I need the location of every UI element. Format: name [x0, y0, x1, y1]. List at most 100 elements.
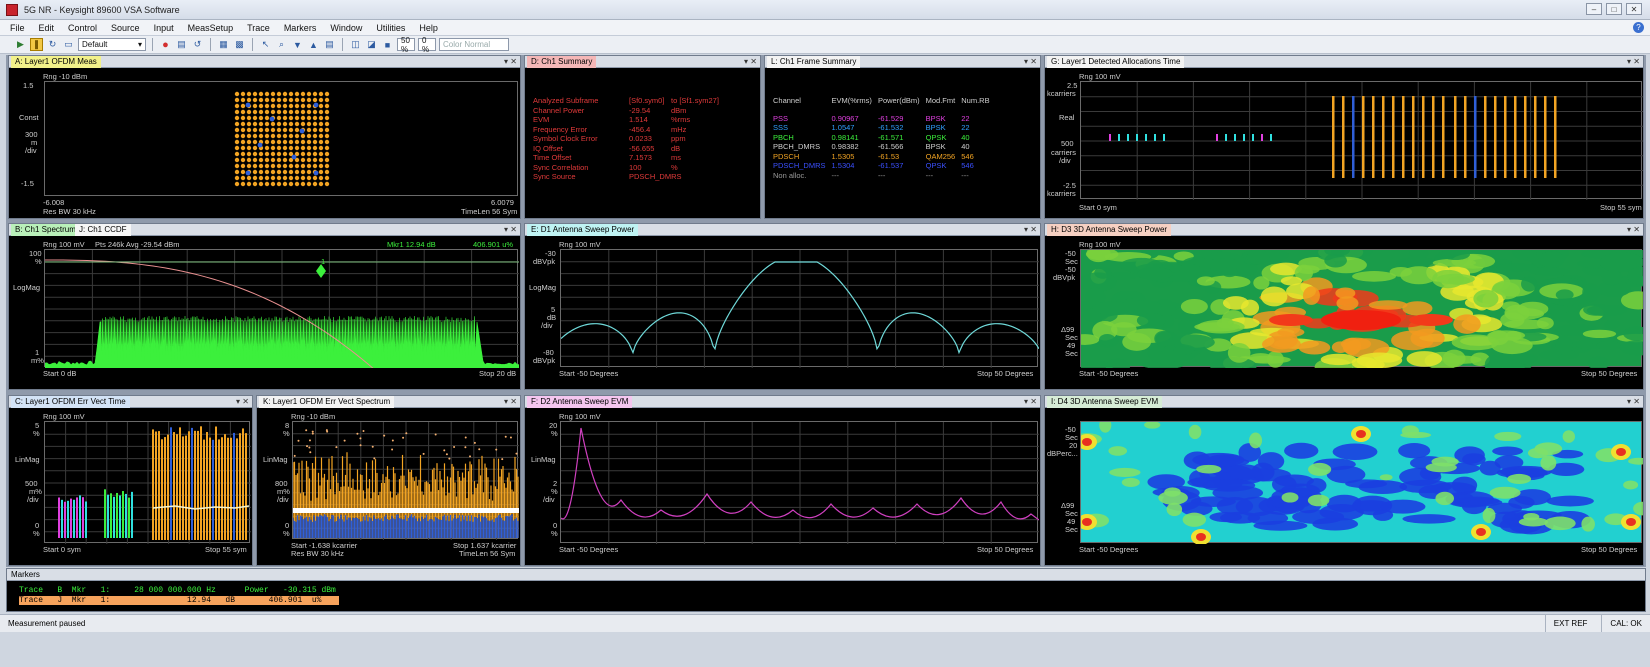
tab-e-antenna-sweep-power[interactable]: E: D1 Antenna Sweep Power	[527, 224, 639, 236]
restore-icon[interactable]: □	[1606, 3, 1622, 15]
heatmap-cell	[1496, 263, 1538, 272]
constellation-point	[294, 103, 300, 109]
tab-i-3d-evm[interactable]: I: D4 3D Antenna Sweep EVM	[1047, 396, 1163, 408]
tab-a-ofdm-meas[interactable]: A: Layer1 OFDM Meas	[11, 56, 101, 68]
menu-trace[interactable]: Trace	[247, 23, 270, 33]
marker-row-trace-j[interactable]: Trace J Mkr 1: 12.94 dB 406.901 u%	[19, 596, 339, 605]
constellation-point	[264, 181, 270, 187]
layout-select[interactable]: Default ▾	[78, 38, 146, 51]
menu-input[interactable]: Input	[154, 23, 174, 33]
tab-j-ch1-ccdf[interactable]: J: Ch1 CCDF	[75, 224, 131, 236]
zoom-icon[interactable]: ⌕	[275, 38, 288, 51]
panel-controls[interactable]: ▾ ✕	[1024, 224, 1037, 236]
constellation-point	[234, 133, 240, 139]
summary-label: Frequency Error	[533, 124, 588, 134]
heatmap-cell	[1109, 467, 1141, 477]
panel-l-frame-summary: L: Ch1 Frame Summary ▾ ✕ Channel EVM(%rm…	[764, 55, 1041, 219]
allocation-bar	[1514, 96, 1517, 178]
tab-d-ch1-summary[interactable]: D: Ch1 Summary	[527, 56, 597, 68]
allocation-mark	[1252, 134, 1254, 141]
constellation-point	[240, 139, 246, 145]
summary-unit: ms	[671, 153, 681, 162]
col-channel: Channel	[773, 96, 801, 105]
tab-f-antenna-sweep-evm[interactable]: F: D2 Antenna Sweep EVM	[527, 396, 633, 408]
menu-window[interactable]: Window	[330, 23, 362, 33]
marker-row-trace-b[interactable]: Trace B Mkr 1: 28 000 000.000 Hz Power -…	[19, 586, 336, 595]
playback-icon[interactable]: ▤	[175, 38, 188, 51]
pause-icon[interactable]: ❚	[30, 38, 43, 51]
percent-field-1[interactable]: 50 %	[397, 36, 415, 54]
cell-power: -61.532	[877, 123, 904, 132]
menu-control[interactable]: Control	[68, 23, 97, 33]
heatmap-cell	[1473, 289, 1499, 308]
allocation-bar	[1432, 96, 1435, 178]
heatmap-cell	[1633, 501, 1643, 516]
y-ref-unit: dBPerc...	[1047, 449, 1078, 458]
display-icon[interactable]: ■	[381, 38, 394, 51]
trace-icon[interactable]: ◫	[349, 38, 362, 51]
help-icon[interactable]: ?	[1633, 22, 1644, 33]
tab-h-3d-power[interactable]: H: D3 3D Antenna Sweep Power	[1047, 224, 1172, 236]
panel-controls[interactable]: ▾ ✕	[1627, 396, 1640, 408]
minimize-icon[interactable]: –	[1586, 3, 1602, 15]
peak-icon[interactable]: ▲	[307, 38, 320, 51]
frame-summary-table: Channel EVM(%rms) Power(dBm) Mod.Fmt Num…	[773, 96, 996, 180]
peak-point	[422, 452, 425, 455]
constellation-point	[306, 157, 312, 163]
replay-icon[interactable]: ↺	[191, 38, 204, 51]
panel-controls[interactable]: ▾ ✕	[1627, 56, 1640, 68]
constellation-point	[252, 145, 258, 151]
panel-controls[interactable]: ▾ ✕	[504, 396, 517, 408]
color-mode-select[interactable]: Color Normal	[439, 38, 509, 51]
record-icon[interactable]: ●	[159, 38, 172, 51]
constellation-point	[318, 163, 324, 169]
menu-source[interactable]: Source	[111, 23, 140, 33]
tab-g-allocations[interactable]: G: Layer1 Detected Allocations Time	[1047, 56, 1185, 68]
panel-controls[interactable]: ▾ ✕	[504, 56, 517, 68]
panel-controls[interactable]: ▾ ✕	[504, 224, 517, 236]
constellation-point	[234, 109, 240, 115]
constellation-point	[306, 175, 312, 181]
panel-controls[interactable]: ▾ ✕	[1627, 224, 1640, 236]
timelen-label: TimeLen 56 Sym	[459, 549, 516, 558]
constellation-point	[300, 169, 306, 175]
panel-c-err-vect-time: C: Layer1 OFDM Err Vect Time ▾ ✕ Rng 100…	[8, 395, 253, 566]
window-title: 5G NR - Keysight 89600 VSA Software	[24, 4, 180, 15]
restart-icon[interactable]: ↻	[46, 38, 59, 51]
panel-controls[interactable]: ▾ ✕	[1024, 396, 1037, 408]
constellation-point	[324, 121, 330, 127]
menu-help[interactable]: Help	[419, 23, 438, 33]
pointer-icon[interactable]: ↖	[259, 38, 272, 51]
marker-icon[interactable]: ▼	[291, 38, 304, 51]
marker-table-icon[interactable]: ▤	[323, 38, 336, 51]
menu-meassetup[interactable]: MeasSetup	[188, 23, 234, 33]
tab-l-frame-summary[interactable]: L: Ch1 Frame Summary	[767, 56, 861, 68]
panel-controls[interactable]: ▾ ✕	[744, 56, 757, 68]
cell-rb: 546	[961, 151, 974, 161]
grid-layout-icon[interactable]: ▦	[217, 38, 230, 51]
constellation-point	[276, 181, 282, 187]
menu-file[interactable]: File	[10, 23, 25, 33]
tab-b-ch1-spectrum[interactable]: B: Ch1 Spectrum	[11, 224, 80, 236]
constellation-point	[270, 109, 276, 115]
y-scale-div: /div	[543, 495, 555, 504]
percent-field-2[interactable]: 0 %	[418, 36, 436, 54]
panel-controls[interactable]: ▾ ✕	[236, 396, 249, 408]
constellation-point	[264, 133, 270, 139]
close-icon[interactable]: ✕	[1626, 3, 1642, 15]
menu-utilities[interactable]: Utilities	[376, 23, 405, 33]
summary-value: -29.54	[629, 105, 651, 115]
menu-markers[interactable]: Markers	[284, 23, 317, 33]
scale-icon[interactable]: ◪	[365, 38, 378, 51]
panel-controls[interactable]: ▾ ✕	[1024, 56, 1037, 68]
heatmap-cell	[1260, 286, 1288, 307]
heatmap-cell	[1352, 271, 1397, 282]
constellation-point	[306, 127, 312, 133]
heatmap-cell	[1406, 351, 1443, 367]
menu-edit[interactable]: Edit	[39, 23, 55, 33]
layout-icon[interactable]: ▭	[62, 38, 75, 51]
play-icon[interactable]: ▶	[14, 38, 27, 51]
tile-icon[interactable]: ▩	[233, 38, 246, 51]
tab-c-err-vect-time[interactable]: C: Layer1 OFDM Err Vect Time	[11, 396, 130, 408]
tab-k-err-vect-spectrum[interactable]: K: Layer1 OFDM Err Vect Spectrum	[259, 396, 395, 408]
